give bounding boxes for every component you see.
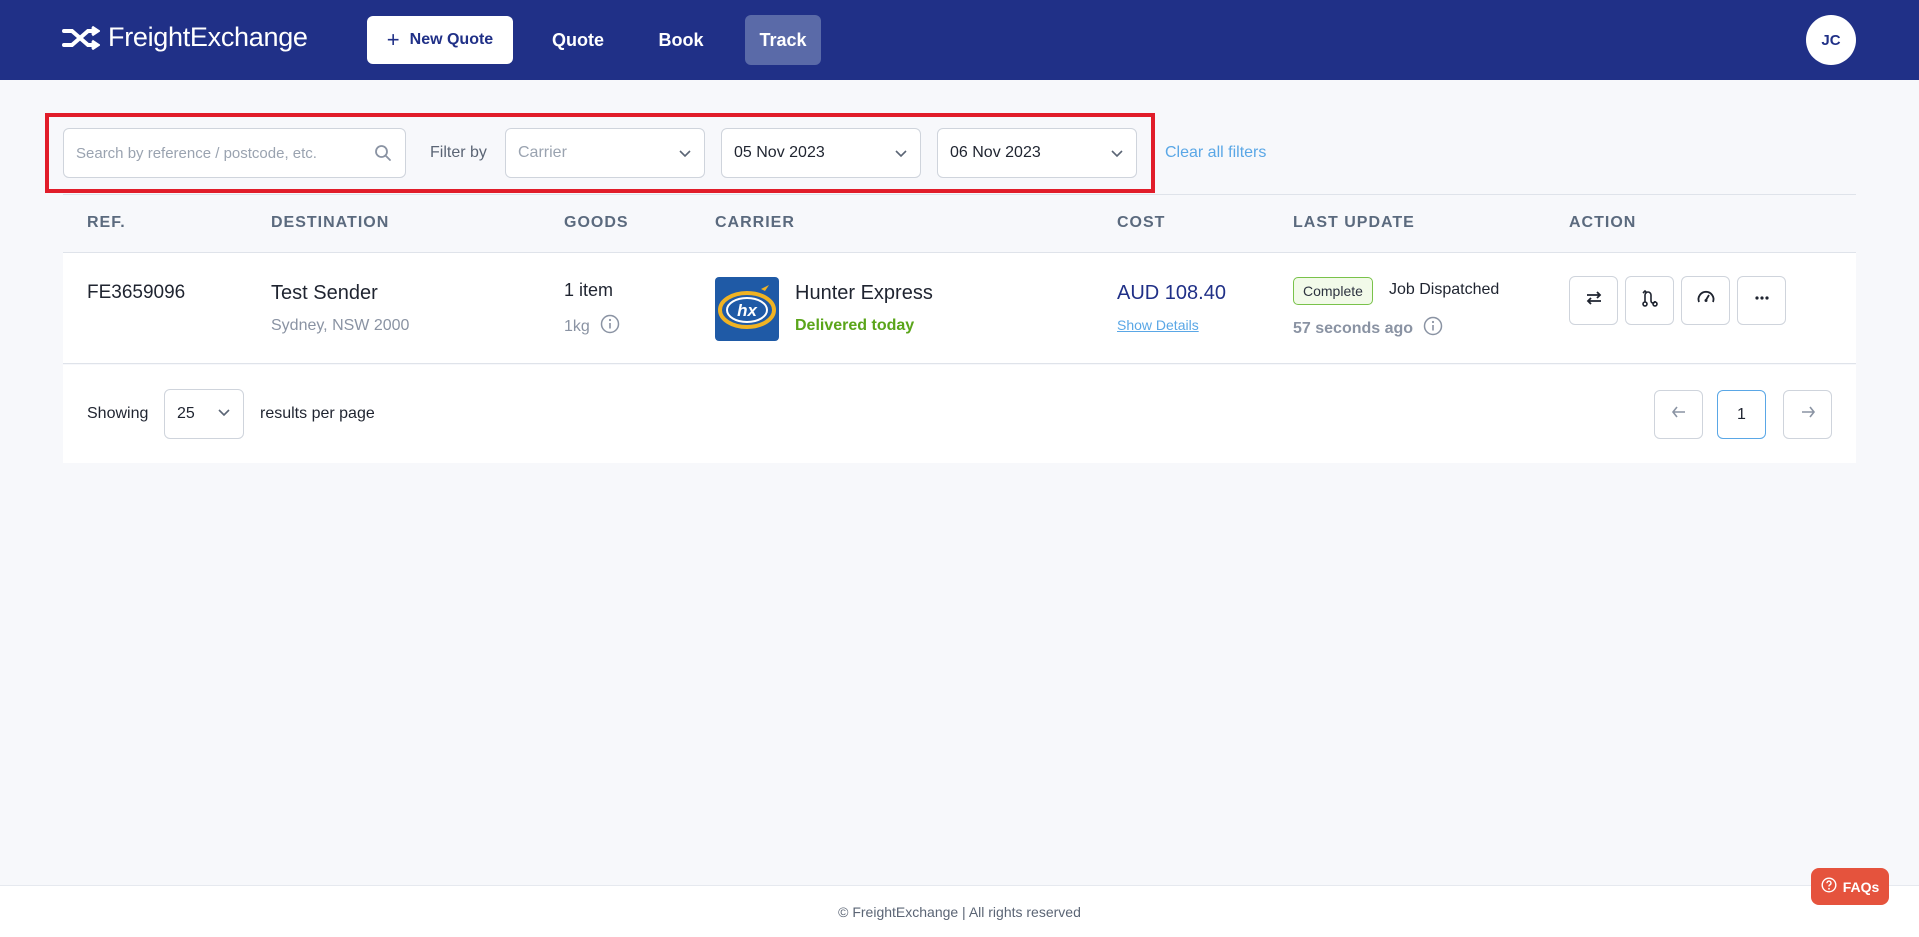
next-page-button[interactable] <box>1783 390 1832 439</box>
route-button[interactable] <box>1625 276 1674 325</box>
hunter-express-logo-icon: hx <box>715 277 779 341</box>
date-to-value: 06 Nov 2023 <box>950 144 1041 161</box>
brand-name: FreightExchange <box>108 22 308 52</box>
show-details-link[interactable]: Show Details <box>1117 317 1199 333</box>
repeat-button[interactable] <box>1569 276 1618 325</box>
plus-icon: + <box>386 27 400 52</box>
goods-weight: 1kg <box>564 314 620 339</box>
info-icon[interactable] <box>600 314 620 339</box>
shipment-ref[interactable]: FE3659096 <box>87 282 185 304</box>
col-header-cost: COST <box>1117 214 1166 231</box>
search-field[interactable] <box>63 128 406 178</box>
chevron-down-icon <box>678 146 692 160</box>
arrow-right-icon <box>1799 403 1817 426</box>
destination-location: Sydney, NSW 2000 <box>271 317 410 334</box>
new-quote-button[interactable]: + New Quote <box>367 16 513 64</box>
carrier-select-value: Carrier <box>518 144 567 161</box>
col-header-action: ACTION <box>1569 214 1637 231</box>
last-update-time: 57 seconds ago <box>1293 316 1443 341</box>
nav-track[interactable]: Track <box>745 15 821 65</box>
arrow-left-icon <box>1670 403 1688 426</box>
per-page-label: results per page <box>260 405 375 422</box>
svg-text:hx: hx <box>737 301 758 320</box>
route-icon <box>1640 288 1660 313</box>
shuffle-logo-icon <box>62 25 100 50</box>
destination-name: Test Sender <box>271 282 378 304</box>
time-ago: 57 seconds ago <box>1293 319 1414 337</box>
search-icon[interactable] <box>373 143 393 163</box>
last-update-text: Job Dispatched <box>1389 281 1500 298</box>
delivery-status: Delivered today <box>795 317 915 334</box>
copyright-text: © FreightExchange | All rights reserved <box>838 903 1081 920</box>
nav-book[interactable]: Book <box>647 15 715 65</box>
carrier-name: Hunter Express <box>795 282 933 304</box>
pagination-bar: Showing 25 results per page 1 <box>63 365 1856 463</box>
col-header-goods: GOODS <box>564 214 629 231</box>
faq-button[interactable]: FAQs <box>1811 868 1889 905</box>
faq-label: FAQs <box>1842 878 1880 895</box>
chevron-down-icon <box>1110 146 1124 160</box>
col-header-carrier: CARRIER <box>715 214 795 231</box>
previous-page-button[interactable] <box>1654 390 1703 439</box>
clear-all-filters-link[interactable]: Clear all filters <box>1165 144 1266 162</box>
more-options-button[interactable] <box>1737 276 1786 325</box>
carrier-select[interactable]: Carrier <box>505 128 705 178</box>
new-quote-label: New Quote <box>409 31 494 48</box>
date-from-value: 05 Nov 2023 <box>734 144 825 161</box>
col-header-last-update: LAST UPDATE <box>1293 214 1415 231</box>
per-page-value: 25 <box>177 405 195 422</box>
info-icon[interactable] <box>1423 316 1443 341</box>
date-to-select[interactable]: 06 Nov 2023 <box>937 128 1137 178</box>
top-navigation-bar: FreightExchange + New Quote Quote Book T… <box>0 0 1919 80</box>
col-header-destination: DESTINATION <box>271 214 390 231</box>
date-from-select[interactable]: 05 Nov 2023 <box>721 128 921 178</box>
showing-label: Showing <box>87 405 149 422</box>
filter-by-label: Filter by <box>430 144 487 161</box>
chevron-down-icon <box>217 405 231 424</box>
more-icon <box>1752 288 1772 313</box>
table-row: FE3659096 Test Sender Sydney, NSW 2000 1… <box>63 252 1856 364</box>
status-badge: Complete <box>1293 277 1373 305</box>
nav-quote[interactable]: Quote <box>545 15 611 65</box>
shipment-cost: AUD 108.40 <box>1117 282 1226 304</box>
goods-count: 1 item <box>564 280 614 300</box>
chevron-down-icon <box>894 146 908 160</box>
per-page-select[interactable]: 25 <box>164 389 244 439</box>
help-circle-icon <box>1821 877 1837 896</box>
page-number-button[interactable]: 1 <box>1717 390 1766 439</box>
table-divider <box>63 194 1856 195</box>
footer: © FreightExchange | All rights reserved <box>0 886 1919 937</box>
brand-logo[interactable]: FreightExchange <box>62 22 308 53</box>
search-input[interactable] <box>76 144 373 162</box>
speedometer-icon <box>1696 288 1716 313</box>
speedometer-button[interactable] <box>1681 276 1730 325</box>
user-avatar[interactable]: JC <box>1806 15 1856 65</box>
repeat-icon <box>1584 288 1604 313</box>
col-header-ref: REF. <box>87 214 126 231</box>
weight-value: 1kg <box>564 317 590 335</box>
